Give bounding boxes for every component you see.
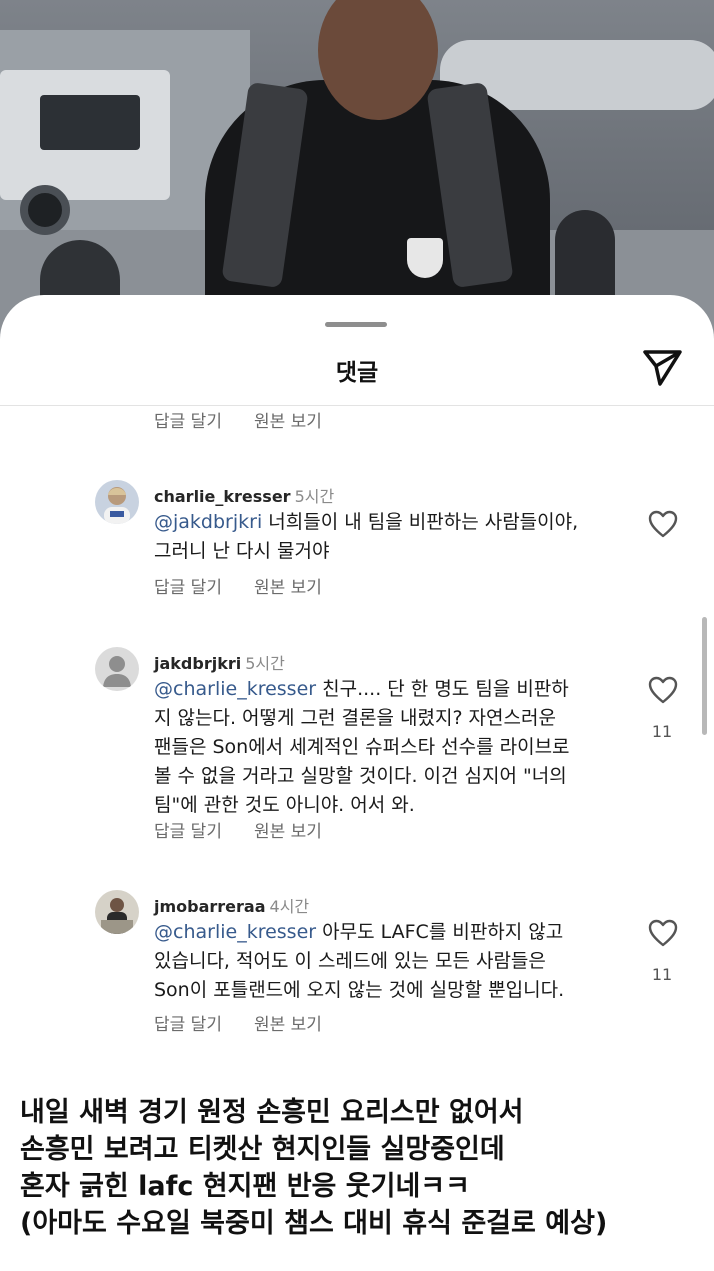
caption-line: 내일 새벽 경기 원정 손흥민 요리스만 없어서 bbox=[20, 1097, 524, 1128]
reply-button[interactable]: 답글 달기 bbox=[154, 407, 222, 432]
comment-actions: 답글 달기 원본 보기 bbox=[154, 817, 322, 842]
comment-actions: 답글 달기 원본 보기 bbox=[154, 1010, 322, 1035]
caption-line: (아마도 수요일 북중미 챔스 대비 휴식 준걸로 예상) bbox=[20, 1208, 608, 1239]
comment-text: @charlie_kresser 친구.... 단 한 명도 팀을 비판하 지 … bbox=[154, 675, 624, 820]
like-count: 11 bbox=[651, 965, 673, 984]
avatar-photo bbox=[95, 480, 139, 524]
photo-van-wheel bbox=[20, 185, 70, 235]
comment-username[interactable]: charlie_kresser bbox=[154, 487, 291, 506]
header-divider bbox=[0, 405, 714, 406]
comment-time: 5시간 bbox=[245, 654, 285, 673]
comment-line: 지 않는다. 어떻게 그런 결론을 내렸지? 자연스러운 bbox=[154, 707, 556, 729]
default-avatar-icon bbox=[95, 647, 139, 691]
sheet-drag-handle[interactable] bbox=[325, 322, 387, 327]
scrollbar[interactable] bbox=[702, 617, 707, 735]
reply-button[interactable]: 답글 달기 bbox=[154, 817, 222, 842]
mention-link[interactable]: @jakdbrjkri bbox=[154, 511, 262, 533]
comment-line: 너희들이 내 팀을 비판하는 사람들이야, bbox=[268, 511, 579, 533]
paper-plane-icon[interactable] bbox=[640, 347, 684, 387]
comment-text: @charlie_kresser 아무도 LAFC를 비판하지 않고 있습니다,… bbox=[154, 918, 624, 1005]
avatar[interactable] bbox=[95, 480, 139, 524]
comment-text: @jakdbrjkri 너희들이 내 팀을 비판하는 사람들이야, 그러니 난 … bbox=[154, 508, 624, 566]
avatar[interactable] bbox=[95, 647, 139, 691]
avatar-photo bbox=[95, 890, 139, 934]
caption-line: 손흥민 보려고 티켓산 현지인들 실망중인데 bbox=[20, 1134, 505, 1165]
heart-icon[interactable] bbox=[648, 676, 678, 704]
comment-line: 있습니다, 적어도 이 스레드에 있는 모든 사람들은 bbox=[154, 950, 546, 972]
comment-actions: 답글 달기 원본 보기 bbox=[154, 573, 322, 598]
view-original-button[interactable]: 원본 보기 bbox=[254, 573, 322, 598]
comment-line: 친구.... 단 한 명도 팀을 비판하 bbox=[322, 678, 569, 700]
reply-button[interactable]: 답글 달기 bbox=[154, 573, 222, 598]
comment-time: 5시간 bbox=[294, 487, 335, 506]
mention-link[interactable]: @charlie_kresser bbox=[154, 678, 316, 700]
heart-icon[interactable] bbox=[648, 919, 678, 947]
view-original-button[interactable]: 원본 보기 bbox=[254, 1010, 322, 1035]
comment-line: 볼 수 없을 거라고 실망할 것이다. 이건 심지어 "너의 bbox=[154, 765, 567, 787]
comment-time: 4시간 bbox=[269, 897, 310, 916]
photo-van-window bbox=[40, 95, 140, 150]
comment-line: 팀"에 관한 것도 아니야. 어서 와. bbox=[154, 794, 415, 816]
avatar[interactable] bbox=[95, 890, 139, 934]
mention-link[interactable]: @charlie_kresser bbox=[154, 921, 316, 943]
comment-meta: charlie_kresser 5시간 bbox=[154, 483, 334, 507]
comment-meta: jmobarreraa 4시간 bbox=[154, 893, 309, 917]
view-original-button[interactable]: 원본 보기 bbox=[254, 817, 322, 842]
sheet-title: 댓글 bbox=[335, 360, 379, 386]
comment-username[interactable]: jmobarreraa bbox=[154, 897, 266, 916]
photo-club-crest bbox=[407, 238, 443, 278]
comment-line: 아무도 LAFC를 비판하지 않고 bbox=[322, 921, 564, 943]
view-original-button[interactable]: 원본 보기 bbox=[254, 407, 322, 432]
comment-line: 팬들은 Son에서 세계적인 슈퍼스타 선수를 라이브로 bbox=[154, 736, 570, 758]
like-count: 11 bbox=[651, 722, 673, 741]
caption-line: 혼자 긁힌 lafc 현지팬 반응 웃기네ㅋㅋ bbox=[20, 1171, 470, 1202]
comment-username[interactable]: jakdbrjkri bbox=[154, 654, 241, 673]
comment-meta: jakdbrjkri 5시간 bbox=[154, 650, 285, 674]
comment-line: 그러니 난 다시 물거야 bbox=[154, 540, 330, 562]
comment-line: Son이 포틀랜드에 오지 않는 것에 실망할 뿐입니다. bbox=[154, 979, 565, 1001]
reply-button[interactable]: 답글 달기 bbox=[154, 1010, 222, 1035]
post-caption: 내일 새벽 경기 원정 손흥민 요리스만 없어서 손흥민 보려고 티켓산 현지인… bbox=[20, 1094, 700, 1242]
heart-icon[interactable] bbox=[648, 510, 678, 538]
comment-actions: 답글 달기 원본 보기 bbox=[154, 407, 322, 432]
